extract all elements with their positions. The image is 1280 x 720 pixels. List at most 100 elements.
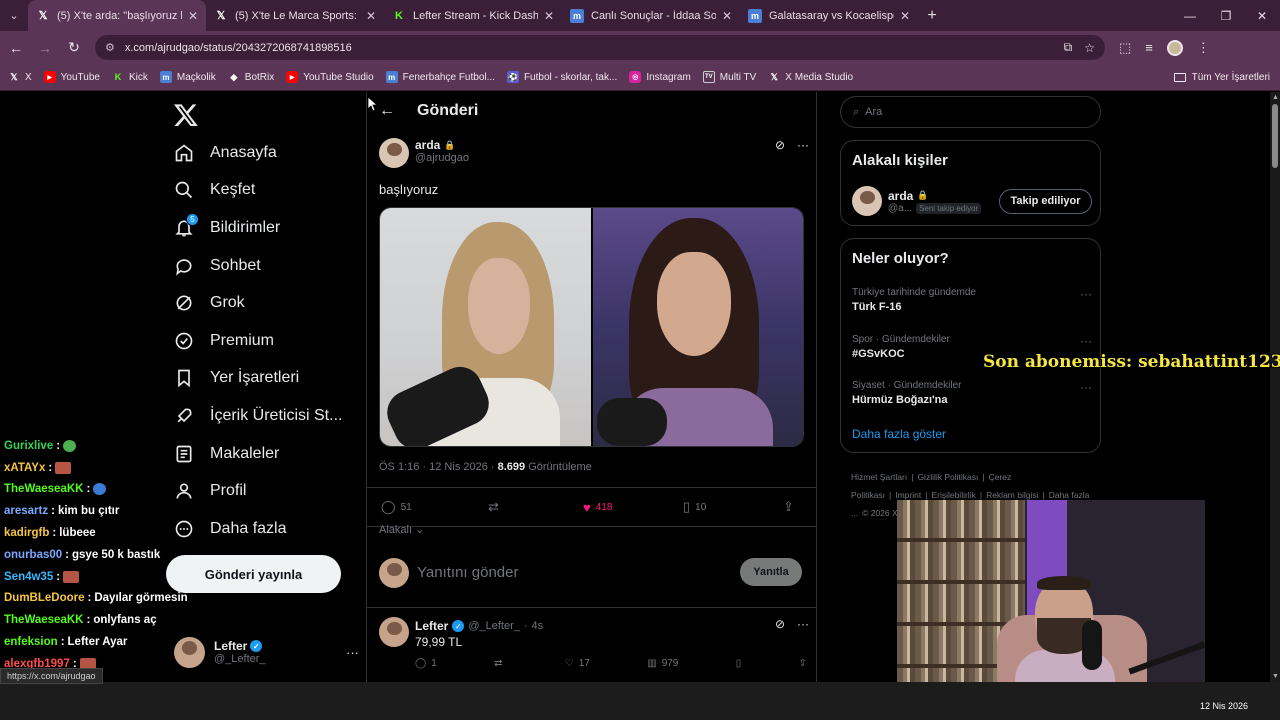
views-action[interactable]: ▥ 979 [647,658,678,669]
bookmark-item[interactable]: ▶ YouTube Studio [286,71,374,83]
person-item[interactable]: arda 🔒 @a... Seni takip ediyor Takip edili… [852,186,1092,216]
nav-item-chat[interactable]: Sohbet [173,247,342,285]
close-tab-icon[interactable]: ✕ [544,9,554,23]
footer-link[interactable]: Reklam bilgisi [986,490,1038,500]
more-icon[interactable]: ··· [797,138,809,168]
browser-tab[interactable]: K Lefter Stream - Kick Dashboard ✕ [384,0,562,31]
browser-menu-icon[interactable]: ⋮ [1197,40,1210,56]
all-bookmarks[interactable]: Tüm Yer İşaretleri [1173,72,1270,83]
nav-item-rocket[interactable]: İçerik Üreticisi St... [173,397,342,435]
browser-tab[interactable]: 𝕏 (5) X'te arda: "başlıyoruz https:/ ✕ [28,0,206,31]
tab-search-icon[interactable]: ⌄ [0,0,28,31]
avatar[interactable] [852,186,882,216]
nav-item-grok[interactable]: Grok [173,284,342,322]
taskbar-clock[interactable]: 12 Nis 2026 [1200,701,1248,711]
search-input[interactable]: ⌕ Ara [840,96,1101,128]
more-icon[interactable]: ··· [346,645,359,660]
reply-button[interactable]: Yanıtla [740,558,802,586]
close-tab-icon[interactable]: ✕ [900,9,910,23]
back-arrow-icon[interactable]: ← [379,102,395,120]
reply-action[interactable]: ◯ 1 [415,658,437,669]
scroll-up-icon[interactable]: ▲ [1272,94,1279,101]
retweet-action[interactable]: ⇄ [494,658,507,669]
more-icon[interactable]: ··· [1080,287,1092,301]
close-tab-icon[interactable]: ✕ [188,9,198,23]
bookmark-item[interactable]: ◆ BotRix [228,71,274,83]
nav-item-search[interactable]: Keşfet [173,172,342,210]
nav-item-bookmark[interactable]: Yer İşaretleri [173,360,342,398]
new-tab-button[interactable]: + [918,7,946,25]
profile-avatar[interactable] [1166,39,1183,56]
reply-author-handle[interactable]: @_Lefter_ [468,620,520,632]
more-icon[interactable]: ··· [1080,380,1092,394]
nav-item-home[interactable]: Anasayfa [173,134,342,172]
bookmark-item[interactable]: ▶ YouTube [43,71,100,83]
grok-icon[interactable]: ⊘ [775,617,785,631]
nav-item-bell[interactable]: 5 Bildirimler [173,209,342,247]
more-icon[interactable]: ··· [797,617,809,631]
bookmark-action[interactable]: ▯ 10 [683,499,783,515]
site-info-icon[interactable]: ⚙ [105,41,115,54]
nav-item-premium[interactable]: Premium [173,322,342,360]
bookmark-action[interactable]: ▯ [736,658,742,669]
share-action[interactable]: ⇪ [799,658,807,669]
avatar[interactable] [379,617,409,647]
following-button[interactable]: Takip ediliyor [999,188,1092,214]
restore-icon[interactable]: ❐ [1208,0,1244,31]
bookmark-item[interactable]: m Maçkolik [159,71,216,83]
media-controls-icon[interactable]: ≡ [1145,40,1153,55]
x-logo-icon[interactable] [173,102,199,128]
tweet-author-handle[interactable]: @ajrudgao [415,152,469,164]
bookmark-star-icon[interactable]: ☆ [1084,41,1095,55]
bookmark-item[interactable]: ◎ Instagram [629,71,691,83]
footer-link[interactable]: Gizlilik Politikası [917,472,978,482]
footer-link[interactable]: Erişilebilirlik [931,490,975,500]
close-window-icon[interactable]: ✕ [1244,0,1280,31]
back-icon[interactable]: ← [3,40,29,56]
person-name[interactable]: arda [888,189,913,203]
media-image-right[interactable] [593,208,803,446]
avatar[interactable] [379,138,409,168]
trend-item[interactable]: Siyaset · Gündemdekiler Hürmüz Boğazı'na ·… [852,380,1092,406]
reply-age[interactable]: 4s [532,620,544,632]
bookmark-item[interactable]: TV Multi TV [702,71,756,83]
url-text[interactable]: x.com/ajrudgao/status/204327206874189851… [125,42,1052,54]
footer-link[interactable]: Imprint [895,490,921,500]
bookmark-item[interactable]: 𝕏 X Media Studio [768,71,853,83]
media-image-left[interactable] [380,208,591,446]
related-dropdown[interactable]: Alakalı ⌄ [379,523,424,536]
bookmark-item[interactable]: ⚽ Futbol - skorlar, tak... [506,71,617,83]
page-scrollbar[interactable]: ▲ ▼ [1270,92,1280,682]
tweet-author-name[interactable]: arda [415,138,440,152]
tweet-timestamp[interactable]: ÖS 1:16 · 12 Nis 2026 · [379,461,498,473]
retweet-action[interactable]: ⇄ [488,499,583,515]
person-handle[interactable]: @a... [888,203,912,214]
reload-icon[interactable]: ↻ [61,39,87,56]
tweet-media[interactable] [379,207,804,447]
show-more-link[interactable]: Daha fazla göster [852,427,946,441]
close-tab-icon[interactable]: ✕ [722,9,732,23]
bookmark-item[interactable]: 𝕏X [8,71,31,83]
install-app-icon[interactable]: ⧉ [1064,40,1073,55]
reply-author-name[interactable]: Lefter [415,619,448,633]
forward-icon[interactable]: → [32,40,58,56]
bookmark-item[interactable]: K Kick [112,71,148,83]
browser-tab[interactable]: m Galatasaray vs Kocaelispor, 12.0 ✕ [740,0,918,31]
like-action[interactable]: ♥ 418 [583,500,683,515]
address-bar[interactable]: ⚙ x.com/ajrudgao/status/2043272068741898… [95,35,1105,60]
grok-icon[interactable]: ⊘ [775,138,785,168]
bookmark-item[interactable]: m Fenerbahçe Futbol... [385,71,495,83]
scroll-down-icon[interactable]: ▼ [1272,673,1279,680]
trend-item[interactable]: Türkiye tarihinde gündemde Türk F-16 ··· [852,287,1092,313]
extensions-icon[interactable]: ⬚ [1119,40,1131,56]
browser-tab[interactable]: 𝕏 (5) X'te Le Marca Sports: "Kocae ✕ [206,0,384,31]
close-tab-icon[interactable]: ✕ [366,9,376,23]
scroll-thumb[interactable] [1272,104,1278,168]
footer-link[interactable]: Hizmet Şartları [851,472,907,482]
minimize-icon[interactable]: — [1172,0,1208,31]
reply-action[interactable]: ◯ 51 [381,499,488,515]
reply-input[interactable]: Yanıtını gönder [417,564,518,581]
like-action[interactable]: ♡ 17 [565,658,590,669]
more-icon[interactable]: ··· [1080,334,1092,348]
share-action[interactable]: ⇪ [783,499,794,515]
